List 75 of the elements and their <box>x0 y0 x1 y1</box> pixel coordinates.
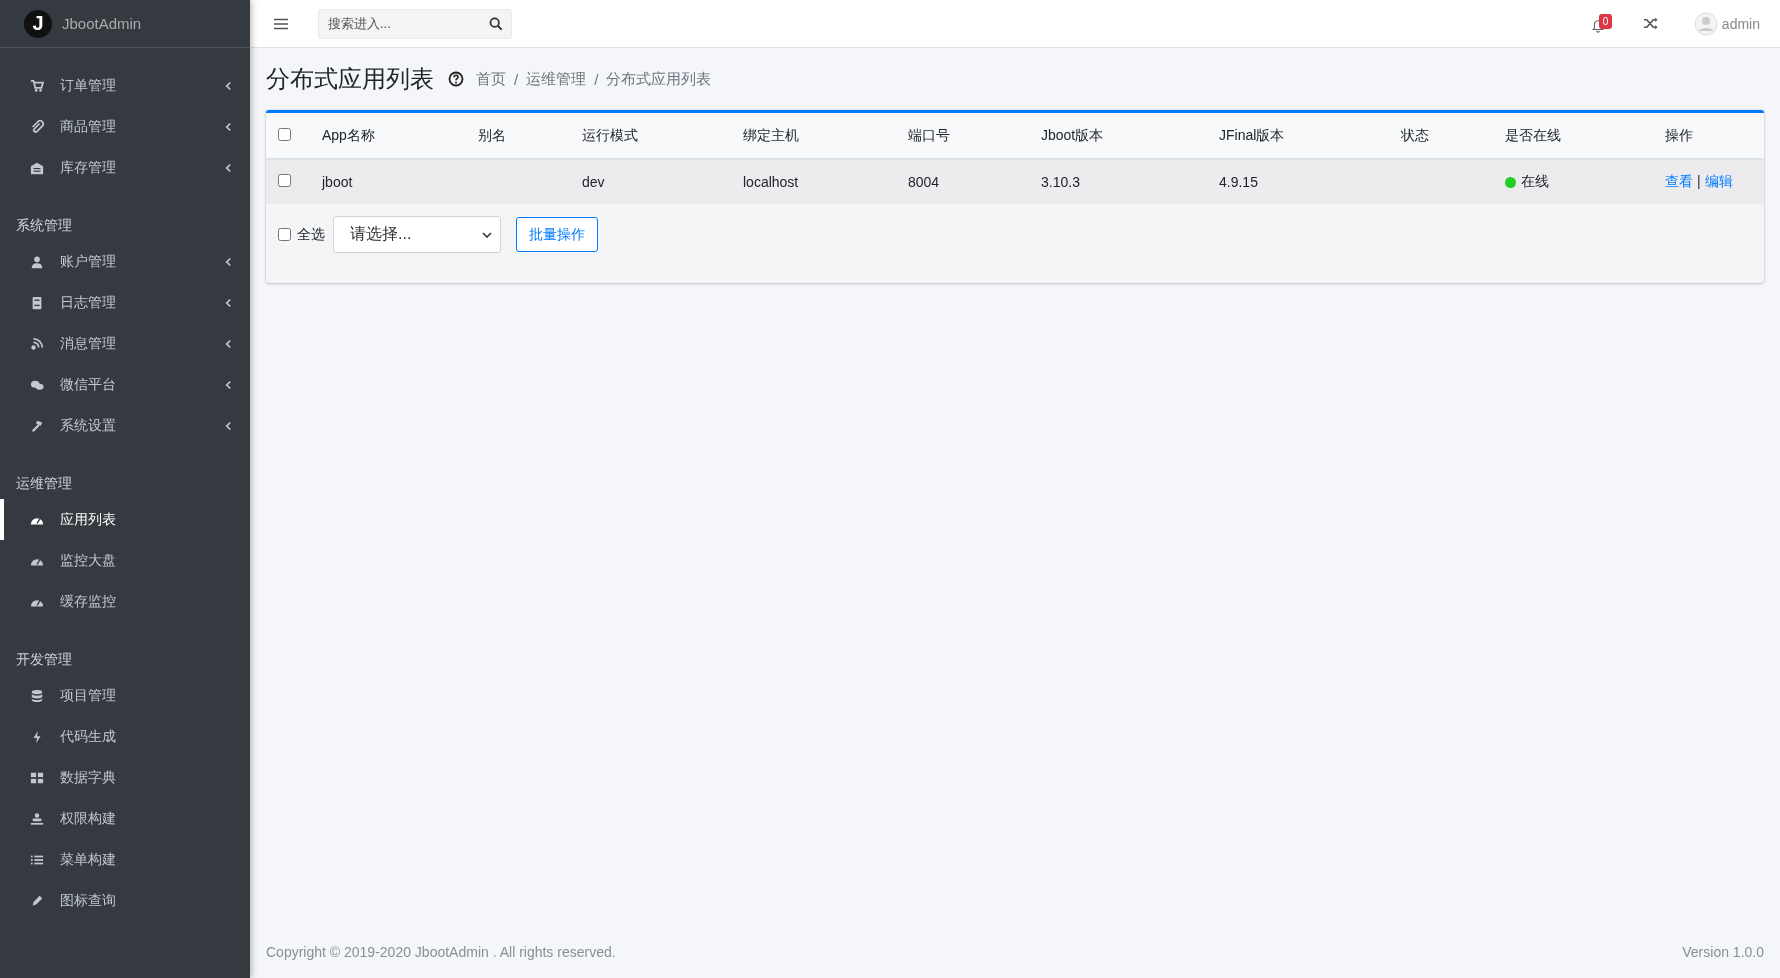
sidebar-item[interactable]: 菜单构建 <box>0 839 250 880</box>
sidebar-section-heading: 开发管理 <box>15 650 73 669</box>
sidebar-item[interactable]: 图标查询 <box>0 880 250 921</box>
breadcrumb-separator: / <box>514 70 519 88</box>
caret-icon <box>482 231 492 238</box>
table-cell: localhost <box>743 174 799 190</box>
action-link[interactable]: 查看 <box>1665 173 1693 189</box>
sidebar-item[interactable]: 监控大盘 <box>0 540 250 581</box>
grid-icon <box>30 770 44 785</box>
sidebar-item[interactable]: 微信平台 <box>0 364 250 405</box>
database-icon <box>30 688 44 703</box>
menu-icon[interactable] <box>274 17 288 30</box>
table-cell: jboot <box>322 174 353 190</box>
breadcrumb-item: 分布式应用列表 <box>606 69 712 89</box>
sitemap-icon <box>30 811 44 826</box>
sidebar-item[interactable]: 账户管理 <box>0 241 250 282</box>
copyright-text: Copyright © 2019-2020 JbootAdmin . All rights reserved. <box>266 944 616 960</box>
sidebar-item[interactable]: 项目管理 <box>0 675 250 716</box>
brand-name: JbootAdmin <box>62 15 142 32</box>
bell-icon[interactable] <box>1590 18 1605 33</box>
bulk-action-button[interactable]: 批量操作 <box>516 217 598 252</box>
column-header: Jboot版本 <box>1041 126 1104 143</box>
row-checkbox[interactable] <box>278 174 291 187</box>
search-field[interactable]: 搜索进入... <box>318 8 512 39</box>
column-header: 端口号 <box>908 126 950 143</box>
select-all-label: 全选 <box>297 225 325 244</box>
user-name[interactable]: admin <box>1721 15 1760 32</box>
column-header: App名称 <box>322 126 375 143</box>
sidebar-item[interactable]: 库存管理 <box>0 147 250 188</box>
page-title: 分布式应用列表 <box>266 64 434 94</box>
action-select[interactable]: 请选择... <box>333 216 501 253</box>
sidebar-item[interactable]: 代码生成 <box>0 716 250 757</box>
column-header: 状态 <box>1401 126 1429 143</box>
column-header: 别名 <box>478 126 506 143</box>
help-icon[interactable] <box>448 71 464 87</box>
shuffle-icon[interactable] <box>1642 16 1658 31</box>
sidebar-section-heading: 系统管理 <box>15 216 73 235</box>
warehouse-icon <box>30 160 44 175</box>
table-cell: 3.10.3 <box>1041 174 1080 190</box>
table-cell: dev <box>582 174 605 190</box>
column-header: JFinal版本 <box>1219 126 1285 143</box>
logo-icon: J <box>24 9 52 38</box>
column-header: 是否在线 <box>1505 126 1561 143</box>
column-header: 操作 <box>1665 126 1693 143</box>
select-all-checkbox[interactable] <box>278 127 291 141</box>
sidebar-section-heading: 运维管理 <box>15 474 73 493</box>
sidebar-item[interactable]: 缓存监控 <box>0 581 250 622</box>
breadcrumb-separator: / <box>594 70 599 88</box>
select-all-checkbox[interactable] <box>278 228 291 241</box>
breadcrumb-item[interactable]: 首页 <box>476 69 506 89</box>
table-cell: 8004 <box>908 174 940 190</box>
version-text: Version 1.0.0 <box>1682 944 1764 960</box>
sidebar-item[interactable]: 商品管理 <box>0 106 250 147</box>
table-cell: 4.9.15 <box>1219 174 1258 190</box>
sidebar-item[interactable]: 日志管理 <box>0 282 250 323</box>
pen-icon <box>30 893 44 908</box>
notification-badge: 0 <box>1598 13 1613 29</box>
signal-icon <box>30 336 44 351</box>
sidebar-item[interactable]: 数据字典 <box>0 757 250 798</box>
sidebar-item[interactable]: 系统设置 <box>0 405 250 446</box>
search-icon[interactable] <box>489 16 503 31</box>
sidebar-item[interactable]: 消息管理 <box>0 323 250 364</box>
cart-icon <box>30 78 44 93</box>
book-icon <box>30 295 44 310</box>
user-icon <box>30 254 44 269</box>
breadcrumb-item[interactable]: 运维管理 <box>526 69 587 89</box>
sidebar-item[interactable]: 订单管理 <box>0 65 250 106</box>
action-link[interactable]: 编辑 <box>1704 173 1733 189</box>
hammer-icon <box>30 418 44 433</box>
paperclip-icon <box>30 119 44 134</box>
action-separator: | <box>1697 173 1701 189</box>
column-header: 运行模式 <box>582 126 638 143</box>
column-header: 绑定主机 <box>743 126 799 143</box>
sidebar-item[interactable]: 权限构建 <box>0 798 250 839</box>
table-cell: 在线 <box>1521 173 1549 190</box>
